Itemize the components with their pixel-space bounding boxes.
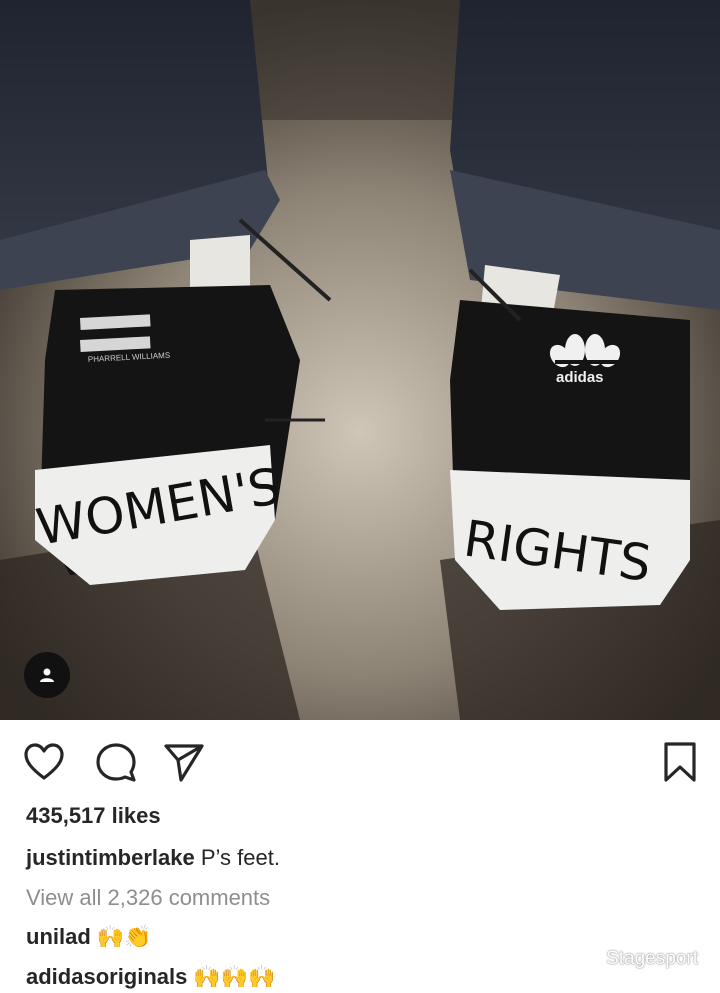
comment-author[interactable]: unilad — [26, 924, 91, 950]
comment-item: adidasoriginals 🙌🙌🙌 — [26, 964, 276, 990]
paper-plane-icon[interactable] — [162, 740, 206, 784]
comment-author[interactable]: adidasoriginals — [26, 964, 187, 990]
sneakers-photo: PHARRELL WILLIAMS WOMEN'S adidas RIGHTS — [0, 0, 720, 720]
right-heel-brand: adidas — [556, 369, 604, 386]
comment-text: 🙌🙌🙌 — [193, 964, 276, 989]
comment-icon[interactable] — [94, 740, 138, 784]
bookmark-icon[interactable] — [658, 740, 702, 784]
comment-item: unilad 🙌👏 — [26, 924, 152, 950]
action-bar — [0, 720, 720, 804]
caption-author[interactable]: justintimberlake — [26, 845, 195, 870]
post-caption: justintimberlake P’s feet. — [26, 845, 280, 871]
heart-icon[interactable] — [22, 740, 66, 784]
view-all-comments-link[interactable]: View all 2,326 comments — [26, 885, 270, 911]
comment-text: 🙌👏 — [96, 924, 152, 949]
post-photo[interactable]: PHARRELL WILLIAMS WOMEN'S adidas RIGHTS — [0, 0, 720, 720]
user-tag-icon[interactable] — [24, 652, 70, 698]
likes-count[interactable]: 435,517 likes — [26, 803, 161, 829]
watermark-text: Stagesport — [606, 948, 698, 969]
caption-text: P’s feet. — [200, 845, 280, 870]
watermark: Stagesport — [568, 946, 698, 972]
wechat-icon — [568, 947, 599, 971]
